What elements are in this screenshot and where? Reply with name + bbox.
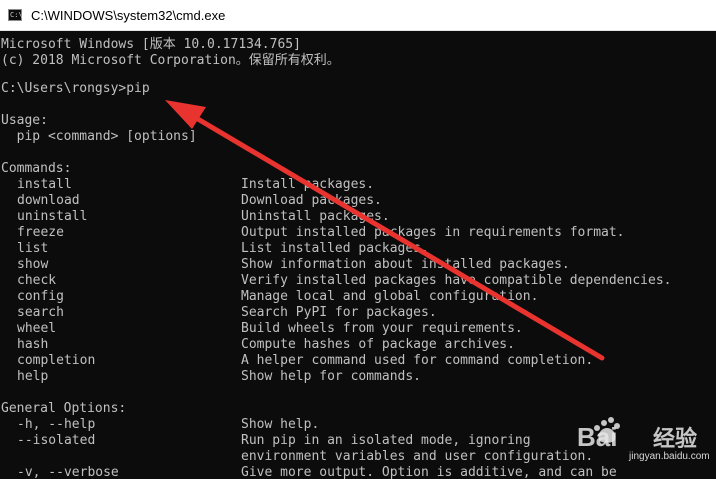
option-description: environment variables and user configura… [241,449,594,464]
svg-text:经验: 经验 [653,426,697,452]
general-options-heading: General Options: [1,401,127,416]
window-titlebar[interactable]: C:\ C:\WINDOWS\system32\cmd.exe [0,0,716,31]
command-name: list [17,241,49,256]
option-name: -h, --help [17,417,96,432]
command-prompt: C:\Users\rongsy>pip [1,81,150,96]
svg-text:Bai: Bai [577,422,617,452]
command-description: Verify installed packages have compatibl… [241,273,672,288]
command-description: List installed packages. [241,241,429,256]
option-name: --isolated [17,433,96,448]
window-title: C:\WINDOWS\system32\cmd.exe [31,8,226,23]
command-description: Output installed packages in requirement… [241,225,625,240]
cmd-icon: C:\ [8,9,23,21]
option-description: Give more output. Option is additive, an… [241,465,617,479]
command-name: search [17,305,64,320]
command-description: Manage local and global configuration. [241,289,539,304]
command-name: check [17,273,57,288]
usage-line: pip <command> [options] [1,129,197,144]
option-name: -v, --verbose [17,465,119,479]
command-name: wheel [17,321,57,336]
command-description: Build wheels from your requirements. [241,321,523,336]
command-name: show [17,257,49,272]
console-header-line: (c) 2018 Microsoft Corporation。保留所有权利。 [1,53,340,68]
command-description: Install packages. [241,177,375,192]
command-description: A helper command used for command comple… [241,353,594,368]
cmd-icon-label: C:\ [10,11,23,19]
command-name: help [17,369,49,384]
command-name: config [17,289,64,304]
command-name: download [17,193,80,208]
command-description: Uninstall packages. [241,209,390,224]
command-description: Download packages. [241,193,382,208]
command-name: freeze [17,225,64,240]
console-header-line: Microsoft Windows [版本 10.0.17134.765] [1,37,301,52]
option-description: Run pip in an isolated mode, ignoring [241,433,531,448]
command-description: Show information about installed package… [241,257,570,272]
command-description: Search PyPI for packages. [241,305,437,320]
watermark: Bai 经验 jingyan.baidu.com [575,410,710,466]
usage-heading: Usage: [1,113,48,128]
command-name: install [17,177,72,192]
option-description: Show help. [241,417,320,432]
watermark-url: jingyan.baidu.com [629,451,710,462]
command-name: hash [17,337,49,352]
command-description: Show help for commands. [241,369,422,384]
command-name: completion [17,353,96,368]
commands-heading: Commands: [1,161,72,176]
command-name: uninstall [17,209,88,224]
command-description: Compute hashes of package archives. [241,337,515,352]
